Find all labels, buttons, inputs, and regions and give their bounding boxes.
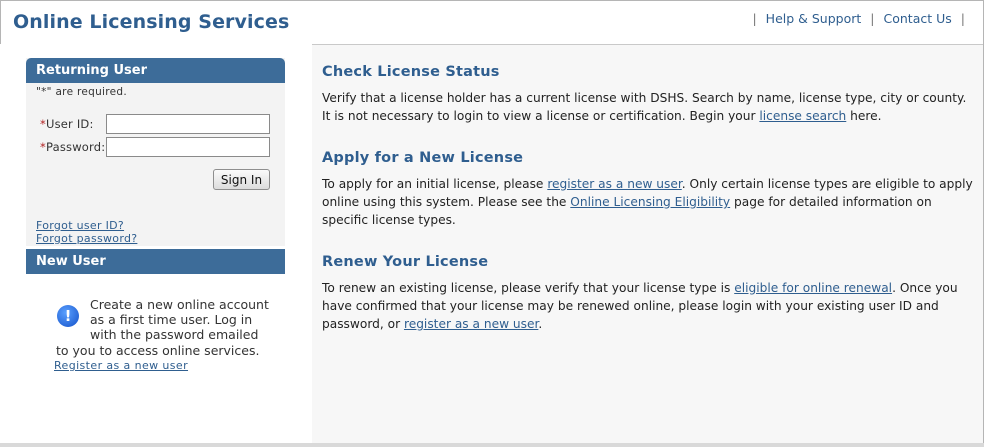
contact-us-link[interactable]: Contact Us: [884, 11, 952, 26]
user-id-label: *User ID:: [40, 117, 94, 131]
apply-text: To apply for an initial license, please …: [322, 177, 973, 227]
register-new-user-inline-link[interactable]: register as a new user: [547, 177, 681, 191]
user-id-row: *User ID:: [40, 114, 270, 134]
check-license-status-section: Check License Status Verify that a licen…: [322, 64, 974, 125]
user-id-input[interactable]: [106, 114, 270, 134]
link-separator: |: [960, 11, 965, 26]
link-separator: |: [870, 11, 875, 26]
forgot-password-link[interactable]: Forgot password?: [36, 232, 137, 245]
forgot-user-id-link[interactable]: Forgot user ID?: [36, 219, 124, 232]
page-title: Online Licensing Services: [13, 11, 290, 33]
bottom-border: [0, 443, 984, 447]
returning-user-header: Returning User: [26, 58, 285, 83]
password-row: *Password:: [40, 137, 270, 157]
online-licensing-eligibility-link[interactable]: Online Licensing Eligibility: [570, 195, 730, 209]
password-label: *Password:: [40, 140, 106, 154]
renew-text: To renew an existing license, please ver…: [322, 281, 958, 331]
password-input[interactable]: [106, 137, 270, 157]
new-user-description: Create a new online account as a first t…: [56, 297, 269, 358]
check-license-status-text: Verify that a license holder has a curre…: [322, 91, 967, 123]
new-user-header: New User: [26, 249, 285, 274]
renew-section: Renew Your License To renew an existing …: [322, 254, 974, 333]
apply-heading: Apply for a New License: [322, 150, 524, 166]
new-user-panel: New User ! Create a new online account a…: [26, 249, 285, 379]
returning-user-panel: Returning User "*" are required. *User I…: [26, 58, 285, 246]
register-new-user-renew-link[interactable]: register as a new user: [404, 317, 538, 331]
check-license-status-heading: Check License Status: [322, 64, 500, 80]
license-search-link[interactable]: license search: [759, 109, 846, 123]
register-new-user-link[interactable]: Register as a new user: [54, 359, 188, 372]
eligible-online-renewal-link[interactable]: eligible for online renewal: [734, 281, 892, 295]
apply-section: Apply for a New License To apply for an …: [322, 150, 974, 229]
required-note: "*" are required.: [36, 86, 127, 98]
main-content: Check License Status Verify that a licen…: [312, 44, 983, 443]
help-support-link[interactable]: Help & Support: [766, 11, 862, 26]
top-links: | Help & Support | Contact Us |: [743, 11, 974, 26]
renew-heading: Renew Your License: [322, 254, 489, 270]
sign-in-button[interactable]: Sign In: [213, 169, 270, 190]
link-separator: |: [752, 11, 757, 26]
